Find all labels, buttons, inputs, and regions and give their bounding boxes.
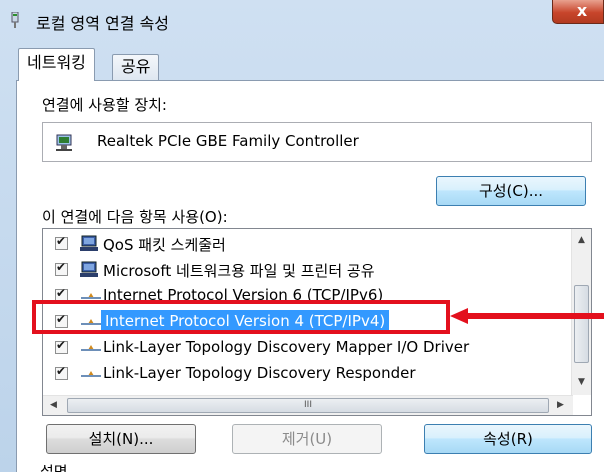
- checkbox[interactable]: [55, 260, 68, 276]
- properties-window: 로컬 영역 연결 속성 x 네트워킹 공유 연결에 사용할 장치: Realte…: [0, 0, 604, 472]
- checkbox[interactable]: [55, 338, 68, 354]
- device-field: Realtek PCIe GBE Family Controller: [42, 122, 592, 162]
- list-item[interactable]: Link-Layer Topology Discovery Responder: [43, 361, 571, 387]
- description-label: 설명: [40, 463, 68, 472]
- network-adapter-icon: [11, 12, 19, 28]
- scroll-up-icon[interactable]: ▲: [578, 235, 585, 245]
- list-item[interactable]: Microsoft 네트워크용 파일 및 프린터 공유: [43, 257, 571, 283]
- computer-icon: [80, 261, 98, 277]
- network-protocol-icon: [81, 345, 101, 351]
- scroll-right-icon[interactable]: ▶: [557, 400, 564, 410]
- tab-networking[interactable]: 네트워킹: [18, 48, 95, 81]
- horizontal-scrollbar[interactable]: ◀ III ▶: [43, 395, 573, 415]
- scroll-down-icon[interactable]: ▼: [578, 377, 585, 387]
- list-item-label: Microsoft 네트워크용 파일 및 프린터 공유: [103, 262, 375, 280]
- callout-arrow-icon: [450, 308, 604, 324]
- list-item[interactable]: QoS 패킷 스케줄러: [43, 231, 571, 257]
- device-label: 연결에 사용할 장치:: [42, 96, 167, 114]
- checkbox[interactable]: [55, 234, 68, 250]
- window-title: 로컬 영역 연결 속성: [36, 14, 170, 33]
- list-item[interactable]: Link-Layer Topology Discovery Mapper I/O…: [43, 335, 571, 361]
- properties-button[interactable]: 속성(R): [424, 424, 592, 454]
- computer-icon: [80, 235, 98, 251]
- network-protocol-icon: [81, 293, 101, 299]
- title-bar: 로컬 영역 연결 속성 x: [0, 0, 604, 40]
- tab-sharing[interactable]: 공유: [112, 54, 160, 81]
- scroll-left-icon[interactable]: ◀: [50, 400, 57, 410]
- list-item-label: QoS 패킷 스케줄러: [103, 236, 226, 254]
- vertical-scroll-thumb[interactable]: [574, 285, 589, 363]
- network-adapter-icon: [56, 134, 72, 151]
- checkbox[interactable]: [55, 364, 68, 380]
- device-name: Realtek PCIe GBE Family Controller: [97, 132, 359, 150]
- highlight-box: [32, 300, 450, 334]
- install-button[interactable]: 설치(N)...: [46, 424, 196, 454]
- network-protocol-icon: [81, 371, 101, 377]
- items-label: 이 연결에 다음 항목 사용(O):: [42, 208, 228, 226]
- remove-button[interactable]: 제거(U): [232, 424, 382, 454]
- configure-button[interactable]: 구성(C)...: [436, 176, 586, 206]
- list-item-label: Link-Layer Topology Discovery Responder: [103, 364, 416, 382]
- close-button[interactable]: x: [552, 0, 604, 24]
- list-item-label: Link-Layer Topology Discovery Mapper I/O…: [103, 338, 470, 356]
- horizontal-scroll-thumb[interactable]: III: [67, 398, 549, 413]
